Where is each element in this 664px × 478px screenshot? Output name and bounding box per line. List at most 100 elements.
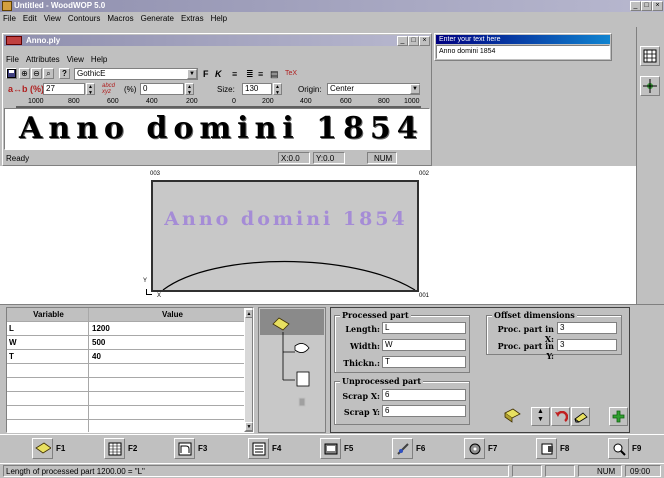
editor-menu-attributes[interactable]: Attributes xyxy=(26,55,60,64)
editor-preview-area[interactable]: Anno domini 1854 xyxy=(4,108,430,150)
variable-value[interactable] xyxy=(89,406,253,419)
f7-button[interactable]: F7 xyxy=(464,435,497,462)
menu-help[interactable]: Help xyxy=(211,14,227,23)
menu-generate[interactable]: Generate xyxy=(141,14,174,23)
move-up-down-button[interactable]: ▲ ▼ xyxy=(531,407,550,426)
variable-value[interactable]: 40 xyxy=(89,350,253,363)
f2-button[interactable]: F2 xyxy=(104,435,137,462)
offset-y-input[interactable]: 3 xyxy=(557,339,617,351)
offset-x-input[interactable]: 3 xyxy=(557,322,617,334)
editor-menu-view[interactable]: View xyxy=(67,55,84,64)
table-row[interactable]: W 500 xyxy=(7,336,253,350)
scrap-y-input[interactable]: 6 xyxy=(382,405,466,417)
menu-file[interactable]: File xyxy=(3,14,16,23)
table-row[interactable]: L 1200 xyxy=(7,322,253,336)
size-input[interactable]: 130 xyxy=(242,83,272,95)
menu-contours[interactable]: Contours xyxy=(68,14,100,23)
table-row[interactable] xyxy=(7,378,253,392)
tex-button[interactable]: TeX xyxy=(285,70,297,77)
menu-view[interactable]: View xyxy=(44,14,61,23)
table-row[interactable] xyxy=(7,364,253,378)
text-entry-input[interactable]: Anno domini 1854 xyxy=(436,45,610,59)
offset-x-value: 3 xyxy=(560,323,565,332)
variable-value[interactable] xyxy=(89,378,253,391)
f3-button[interactable]: F3 xyxy=(174,435,207,462)
close-button[interactable]: × xyxy=(652,1,663,11)
maximize-button[interactable]: □ xyxy=(641,1,652,11)
letter-spacing-input[interactable]: 27 xyxy=(43,83,85,95)
length-input[interactable]: L xyxy=(382,322,466,334)
letter-spacing-stepper[interactable]: ▲ ▼ xyxy=(86,83,95,96)
tree-contour-icon[interactable] xyxy=(295,342,311,356)
table-row[interactable] xyxy=(7,392,253,406)
zoom-fit-icon[interactable]: ⌕ xyxy=(43,68,54,79)
help-icon[interactable]: ? xyxy=(59,68,70,79)
corner-label-top-left: 003 xyxy=(150,171,161,177)
scrap-x-input[interactable]: 6 xyxy=(382,389,466,401)
app-icon[interactable] xyxy=(2,1,12,11)
f5-button[interactable]: F5 xyxy=(320,435,353,462)
origin-select[interactable]: Center xyxy=(327,83,420,95)
align-justify-icon[interactable]: ▤ xyxy=(270,69,279,80)
menu-macros[interactable]: Macros xyxy=(107,14,133,23)
zoom-in-icon[interactable]: ⊕ xyxy=(19,68,30,79)
stretch-stepper[interactable]: ▲ ▼ xyxy=(185,83,194,96)
variable-value[interactable] xyxy=(89,420,253,432)
corner-label-bottom-right: 001 xyxy=(419,293,430,299)
variables-scrollbar[interactable]: ▲ ▼ xyxy=(244,308,253,432)
editor-menu-help[interactable]: Help xyxy=(91,55,107,64)
editor-maximize-button[interactable]: □ xyxy=(408,36,419,46)
width-input[interactable]: W xyxy=(382,339,466,351)
font-dropdown-chevron-icon[interactable]: ▼ xyxy=(187,69,197,79)
scroll-up-icon[interactable]: ▲ xyxy=(245,309,253,318)
zoom-out-icon[interactable]: ⊖ xyxy=(31,68,42,79)
variable-value[interactable] xyxy=(89,392,253,405)
variables-table[interactable]: Variable Value L 1200 W 500 T 40 xyxy=(6,307,254,433)
editor-app-icon[interactable] xyxy=(6,36,22,45)
value-column-header[interactable]: Value xyxy=(89,308,253,321)
table-row[interactable]: T 40 xyxy=(7,350,253,364)
f8-button[interactable]: F8 xyxy=(536,435,569,462)
minimize-button[interactable]: _ xyxy=(630,1,641,11)
main-menu: File Edit View Contours Macros Generate Extras… xyxy=(3,13,234,24)
align-left-icon[interactable]: ≡ xyxy=(232,69,237,79)
align-center-icon[interactable]: ≣ xyxy=(246,69,254,80)
f4-button[interactable]: F4 xyxy=(248,435,281,462)
tool-move-icon[interactable] xyxy=(640,76,660,96)
table-row[interactable] xyxy=(7,406,253,420)
editor-close-button[interactable]: × xyxy=(419,36,430,46)
table-row[interactable] xyxy=(7,420,253,432)
scroll-down-icon[interactable]: ▼ xyxy=(245,422,253,431)
f9-button[interactable]: F9 xyxy=(608,435,641,462)
thickness-input[interactable]: T xyxy=(382,356,466,368)
bold-button[interactable]: F xyxy=(203,69,209,79)
undo-icon[interactable] xyxy=(551,407,570,426)
component-tree[interactable] xyxy=(258,307,326,433)
align-right-icon[interactable]: ≡ xyxy=(258,69,263,79)
edit-icon[interactable] xyxy=(571,407,590,426)
tree-workpiece-icon[interactable] xyxy=(273,314,291,330)
font-name-select[interactable]: GothicE xyxy=(74,68,198,80)
editor-minimize-button[interactable]: _ xyxy=(397,36,408,46)
workpiece-action-icon[interactable] xyxy=(503,407,521,423)
f4-label: F4 xyxy=(272,444,282,453)
menu-edit[interactable]: Edit xyxy=(23,14,37,23)
variable-value[interactable]: 500 xyxy=(89,336,253,349)
workpiece-outline[interactable]: Anno domini 1854 xyxy=(151,180,419,292)
variable-column-header[interactable]: Variable xyxy=(7,308,89,321)
stretch-input[interactable]: 0 xyxy=(140,83,184,95)
origin-dropdown-chevron-icon[interactable]: ▼ xyxy=(410,84,420,94)
f6-button[interactable]: F6 xyxy=(392,435,425,462)
menu-extras[interactable]: Extras xyxy=(181,14,204,23)
unprocessed-part-group: Unprocessed part xyxy=(334,377,470,425)
editor-menu-file[interactable]: File xyxy=(6,55,19,64)
variable-value[interactable] xyxy=(89,364,253,377)
variable-value[interactable]: 1200 xyxy=(89,322,253,335)
save-icon[interactable] xyxy=(6,68,17,79)
size-stepper[interactable]: ▲ ▼ xyxy=(273,83,282,96)
f1-button[interactable]: F1 xyxy=(32,435,65,462)
tree-text-icon[interactable] xyxy=(295,370,311,388)
add-icon[interactable] xyxy=(609,407,628,426)
italic-button[interactable]: K xyxy=(215,69,222,79)
tool-grid-icon[interactable] xyxy=(640,46,660,66)
